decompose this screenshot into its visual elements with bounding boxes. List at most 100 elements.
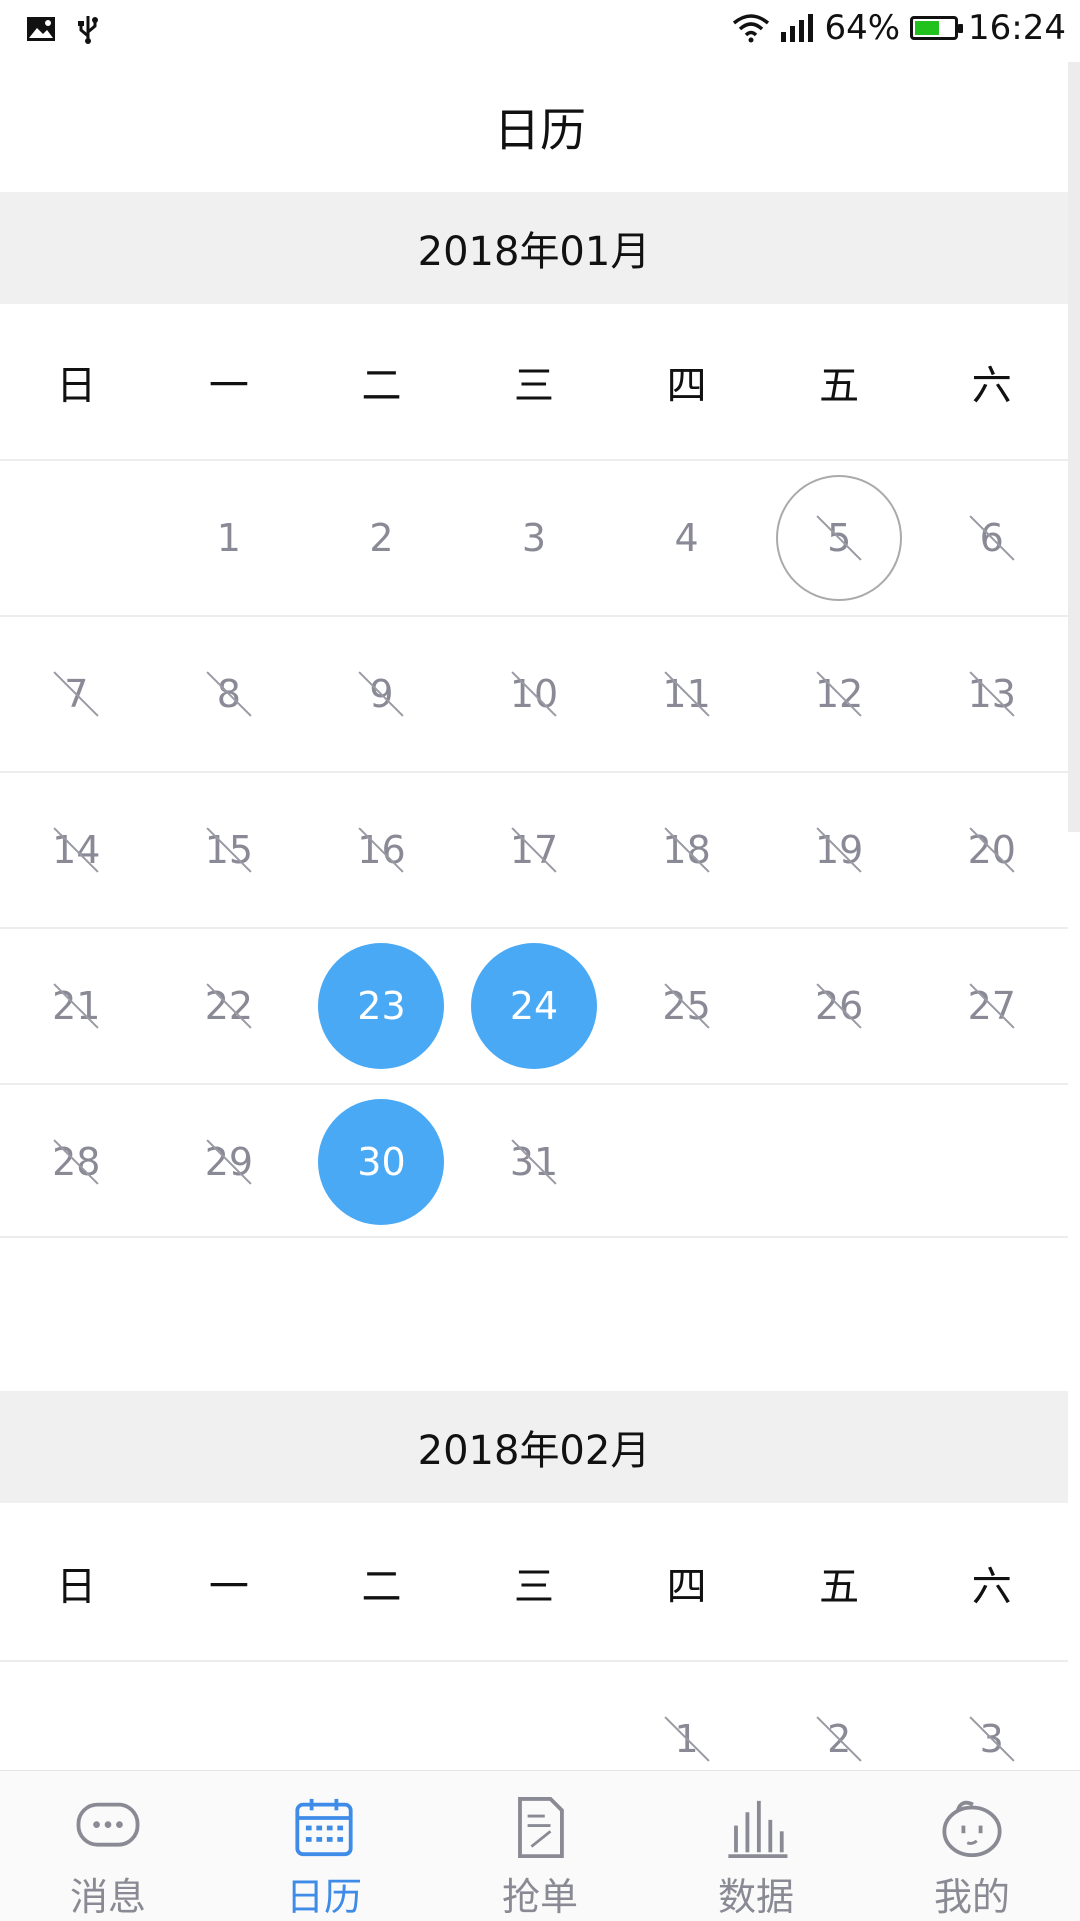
month-header: 2018年01月 bbox=[0, 192, 1068, 304]
day-number: 10 bbox=[509, 672, 559, 716]
day-number: 19 bbox=[815, 828, 864, 872]
weekday-label: 日 bbox=[56, 362, 97, 409]
day-number: 4 bbox=[674, 516, 699, 560]
weekday-label: 二 bbox=[361, 362, 402, 409]
day-number: 2 bbox=[827, 1717, 852, 1761]
tab-label: 我的 bbox=[933, 1875, 1010, 1919]
day-number: 29 bbox=[204, 1140, 254, 1184]
calendar-day: 15 bbox=[153, 773, 306, 927]
day-number: 13 bbox=[967, 672, 1016, 716]
weekday-label: 六 bbox=[971, 362, 1012, 409]
weekday-label: 六 bbox=[971, 1563, 1012, 1610]
tab-grab-order[interactable]: 抢单 bbox=[432, 1771, 648, 1921]
calendar-day: 31 bbox=[458, 1085, 611, 1239]
day-number: 25 bbox=[662, 984, 711, 1028]
calendar-day[interactable]: 23 bbox=[305, 929, 458, 1083]
scrollbar[interactable] bbox=[1068, 62, 1080, 832]
day-number: 15 bbox=[204, 828, 254, 872]
calendar-day: 6 bbox=[915, 461, 1068, 615]
calendar-day: 17 bbox=[458, 773, 611, 927]
battery-percent: 64% bbox=[824, 8, 901, 48]
tab-calendar[interactable]: 日历 bbox=[216, 1771, 432, 1921]
calendar-day: 13 bbox=[915, 617, 1068, 771]
calendar-day: 8 bbox=[153, 617, 306, 771]
image-icon bbox=[27, 17, 55, 41]
calendar-week-row: 14 15 16 17 18 19 20 bbox=[0, 771, 1068, 927]
message-icon bbox=[76, 1802, 140, 1847]
tab-mine[interactable]: 我的 bbox=[864, 1771, 1080, 1921]
calendar-empty-cell bbox=[915, 1085, 1068, 1239]
day-number: 1 bbox=[216, 516, 241, 560]
status-bar: 64% 16:24 bbox=[0, 0, 1080, 62]
weekday-label: 五 bbox=[819, 1563, 860, 1610]
calendar-week-row: 28 29 30 31 bbox=[0, 1083, 1068, 1239]
calendar-day: 16 bbox=[305, 773, 458, 927]
day-number: 3 bbox=[979, 1717, 1004, 1761]
order-icon bbox=[518, 1797, 564, 1858]
day-number: 14 bbox=[52, 828, 101, 872]
calendar-day: 10 bbox=[458, 617, 611, 771]
calendar-day[interactable]: 24 bbox=[458, 929, 611, 1083]
chart-icon bbox=[728, 1800, 788, 1858]
calendar-day[interactable]: 2 bbox=[305, 461, 458, 615]
day-number: 31 bbox=[509, 1140, 559, 1184]
tab-data[interactable]: 数据 bbox=[648, 1771, 864, 1921]
calendar-day[interactable]: 1 bbox=[153, 461, 306, 615]
weekday-label: 一 bbox=[208, 362, 249, 409]
day-number: 17 bbox=[509, 828, 559, 872]
calendar-day: 22 bbox=[153, 929, 306, 1083]
day-number: 23 bbox=[357, 984, 406, 1028]
weekday-label: 三 bbox=[514, 1563, 555, 1610]
day-number: 11 bbox=[662, 672, 711, 716]
calendar-week-row: 21 22 23 24 25 26 27 bbox=[0, 927, 1068, 1083]
weekday-header: 日 一 二 三 四 五 六 bbox=[0, 1505, 1068, 1660]
calendar-day[interactable]: 4 bbox=[610, 461, 763, 615]
day-number: 22 bbox=[204, 984, 254, 1028]
day-number: 21 bbox=[52, 984, 101, 1028]
weekday-label: 二 bbox=[361, 1563, 402, 1610]
calendar-day: 18 bbox=[610, 773, 763, 927]
weekday-label: 四 bbox=[666, 1563, 707, 1610]
day-number: 7 bbox=[64, 672, 89, 716]
day-number: 6 bbox=[979, 516, 1004, 560]
page-title: 日历 bbox=[494, 103, 586, 157]
day-number: 27 bbox=[967, 984, 1016, 1028]
clock: 16:24 bbox=[968, 8, 1066, 48]
calendar-day: 20 bbox=[915, 773, 1068, 927]
calendar-day: 26 bbox=[763, 929, 916, 1083]
calendar-week-row: 7 8 9 10 11 12 13 bbox=[0, 615, 1068, 771]
weekday-label: 三 bbox=[514, 362, 555, 409]
calendar-day[interactable]: 3 bbox=[458, 461, 611, 615]
day-number: 16 bbox=[357, 828, 406, 872]
calendar-day: 28 bbox=[0, 1085, 153, 1239]
day-number: 28 bbox=[52, 1140, 101, 1184]
month-title: 2018年01月 bbox=[417, 229, 651, 275]
day-number: 12 bbox=[815, 672, 864, 716]
weekday-header: 日 一 二 三 四 五 六 bbox=[0, 304, 1068, 459]
wifi-icon bbox=[733, 14, 770, 43]
tab-label: 数据 bbox=[717, 1875, 794, 1919]
usb-icon bbox=[78, 16, 98, 44]
calendar-day: 11 bbox=[610, 617, 763, 771]
divider bbox=[0, 1236, 1068, 1238]
calendar-week-row: 1 2 3 4 5 6 bbox=[0, 459, 1068, 615]
battery-icon bbox=[910, 16, 964, 40]
calendar-day: 12 bbox=[763, 617, 916, 771]
month-title: 2018年02月 bbox=[417, 1428, 651, 1474]
calendar-day[interactable]: 30 bbox=[305, 1085, 458, 1239]
page-title-bar: 日历 bbox=[0, 62, 1080, 192]
profile-icon bbox=[942, 1800, 1002, 1858]
tab-messages[interactable]: 消息 bbox=[0, 1771, 216, 1921]
weekday-label: 五 bbox=[819, 362, 860, 409]
day-number: 8 bbox=[216, 672, 241, 716]
battery-level bbox=[915, 21, 940, 35]
calendar-day: 19 bbox=[763, 773, 916, 927]
calendar-day: 27 bbox=[915, 929, 1068, 1083]
calendar-day: 14 bbox=[0, 773, 153, 927]
day-number: 5 bbox=[827, 516, 852, 560]
day-number: 3 bbox=[521, 516, 547, 560]
calendar-day: 29 bbox=[153, 1085, 306, 1239]
tab-label: 消息 bbox=[69, 1875, 146, 1919]
bottom-tab-bar: 消息 日历 抢单 数据 我的 bbox=[0, 1770, 1080, 1921]
calendar-empty-cell bbox=[610, 1085, 763, 1239]
